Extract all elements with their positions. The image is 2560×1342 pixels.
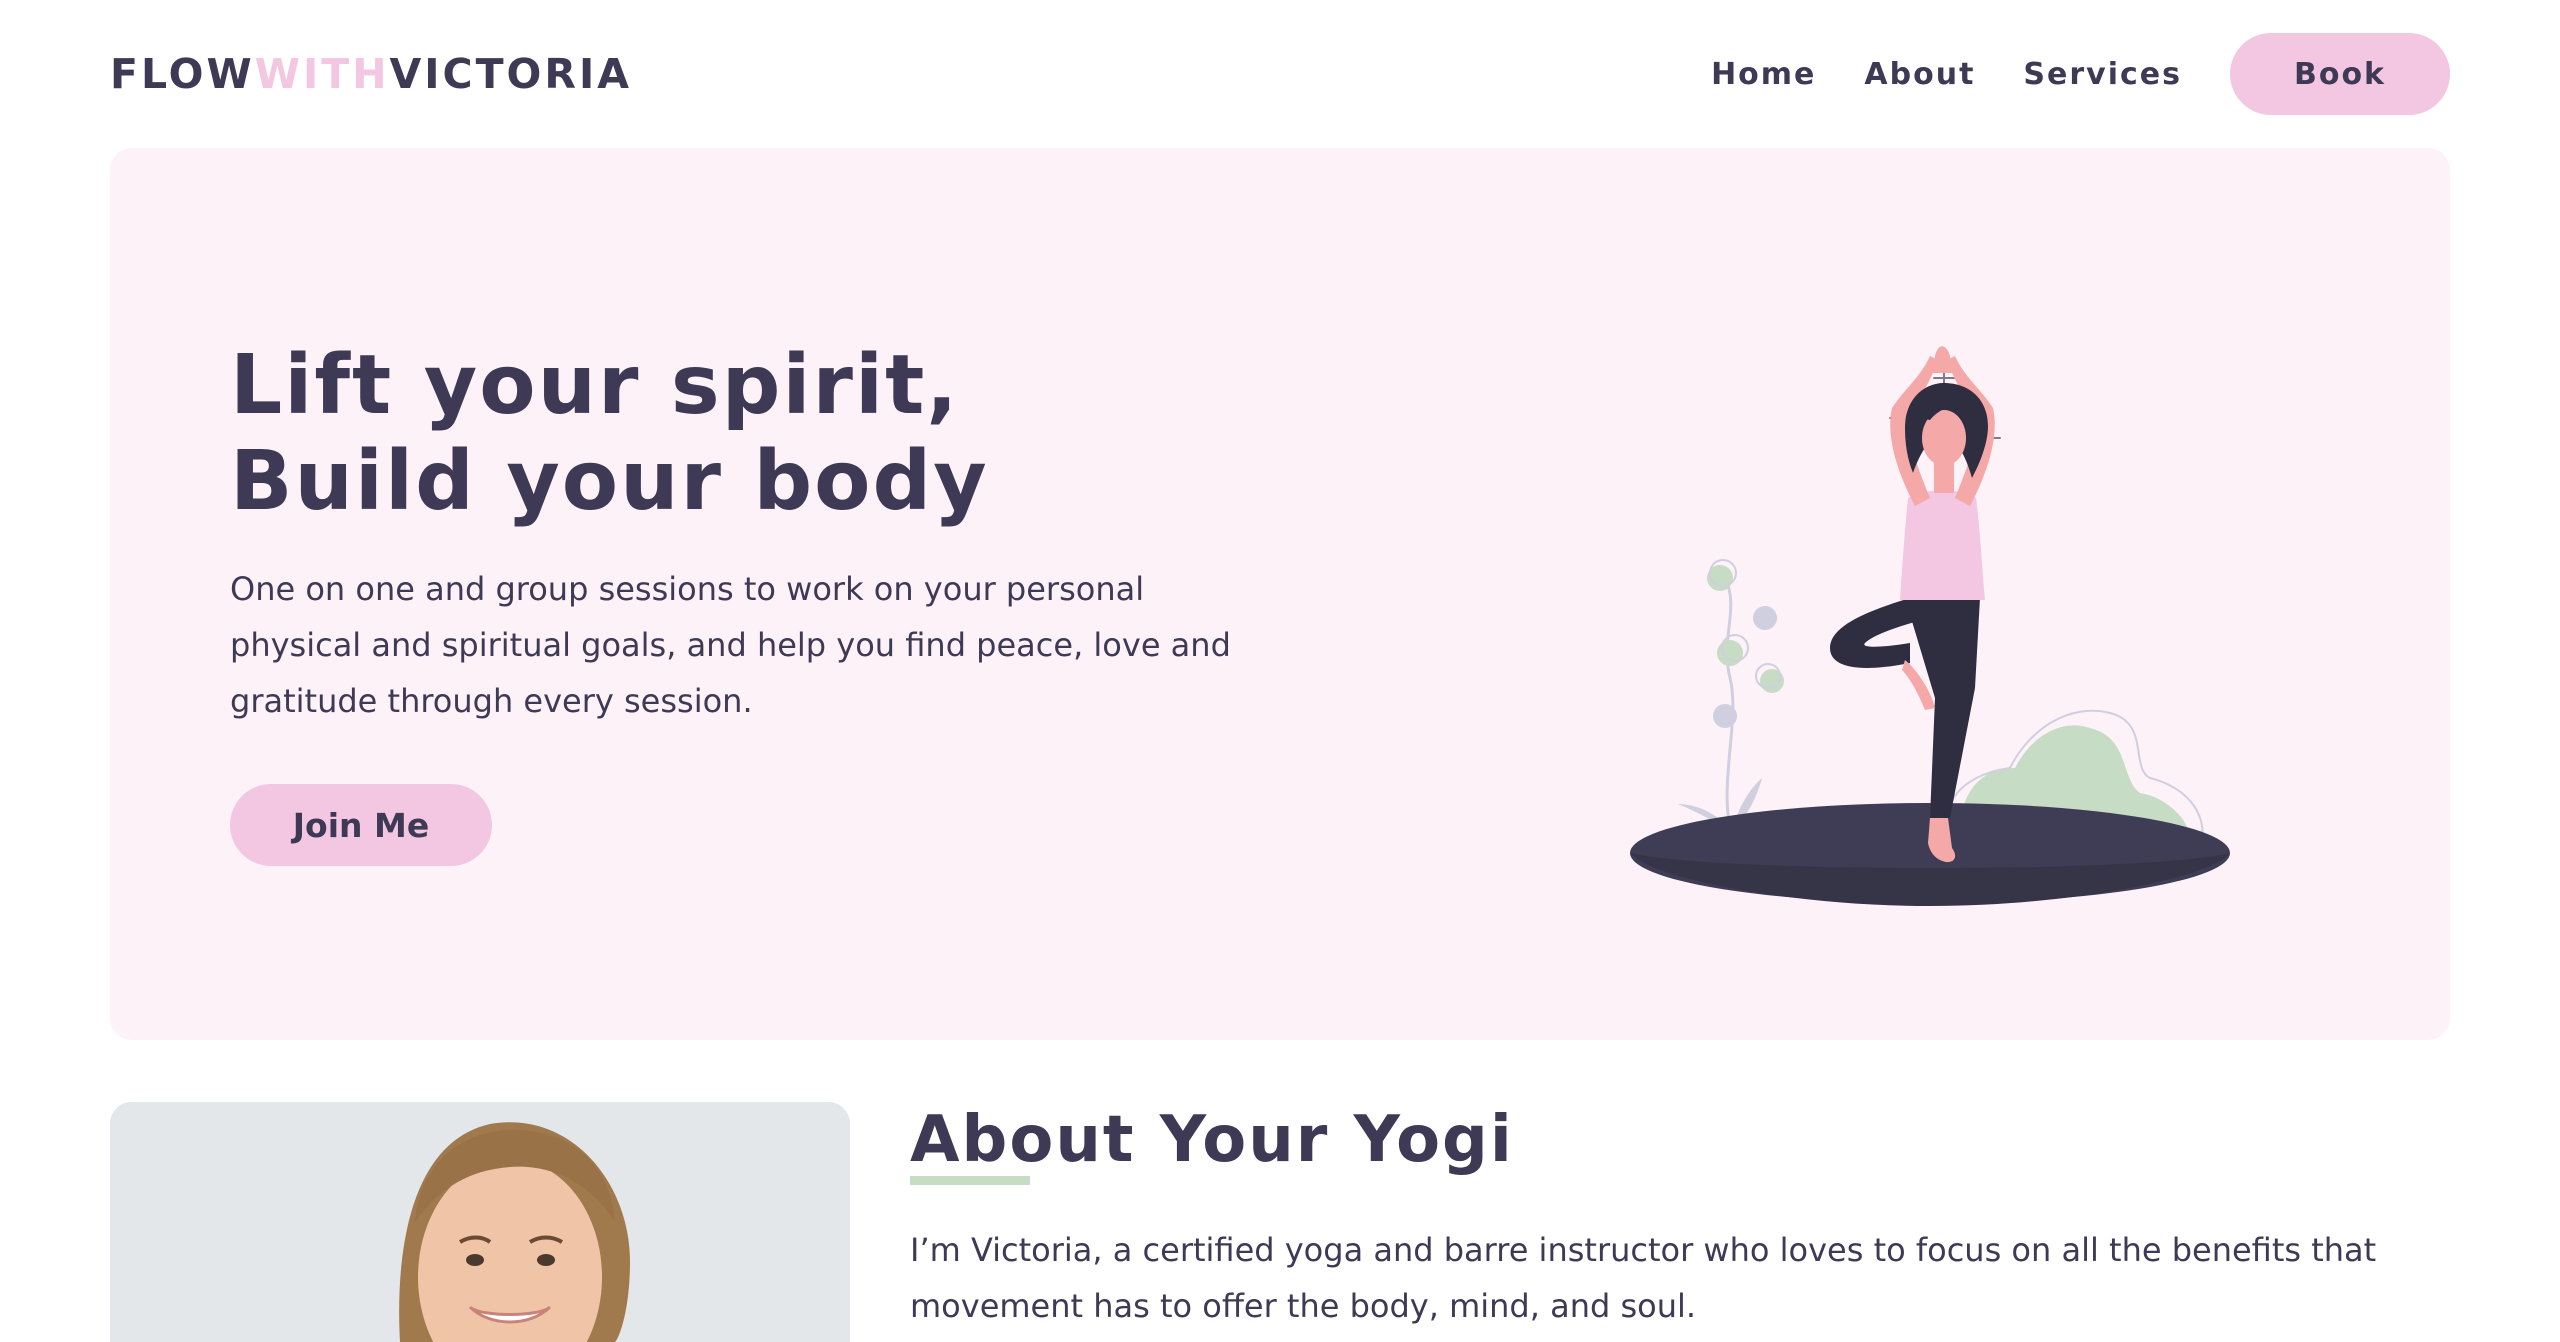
brand-logo[interactable]: FLOWWITHVICTORIA (110, 50, 632, 98)
brand-logo-victoria: VICTORIA (389, 50, 632, 98)
about-description: I’m Victoria, a certified yoga and barre… (910, 1231, 2377, 1325)
about-title: About Your Yogi (910, 1103, 1514, 1177)
brand-logo-flow: FLOW (110, 50, 255, 98)
hero-title: Lift your spirit, Build your body (230, 338, 989, 530)
yoga-tree-pose-illustration (1630, 346, 2230, 906)
hero-title-line-2: Build your body (230, 434, 989, 529)
portrait-image (110, 1102, 850, 1342)
nav-services-link[interactable]: Services (2023, 57, 2182, 92)
site-header: FLOWWITHVICTORIA Home About Services Boo… (0, 0, 2560, 148)
hero-section: Lift your spirit, Build your body One on… (110, 148, 2450, 1040)
main-nav: Home About Services Book (1711, 33, 2450, 115)
instructor-portrait (110, 1102, 850, 1342)
book-button[interactable]: Book (2230, 33, 2450, 115)
hero-title-line-1: Lift your spirit, (230, 338, 960, 433)
brand-logo-with: WITH (254, 50, 390, 98)
nav-about-link[interactable]: About (1864, 57, 1975, 92)
nav-home-link[interactable]: Home (1711, 57, 1816, 92)
join-me-button[interactable]: Join Me (230, 784, 492, 866)
about-title-underline (910, 1176, 1030, 1185)
hero-description: One on one and group sessions to work on… (230, 570, 1231, 720)
